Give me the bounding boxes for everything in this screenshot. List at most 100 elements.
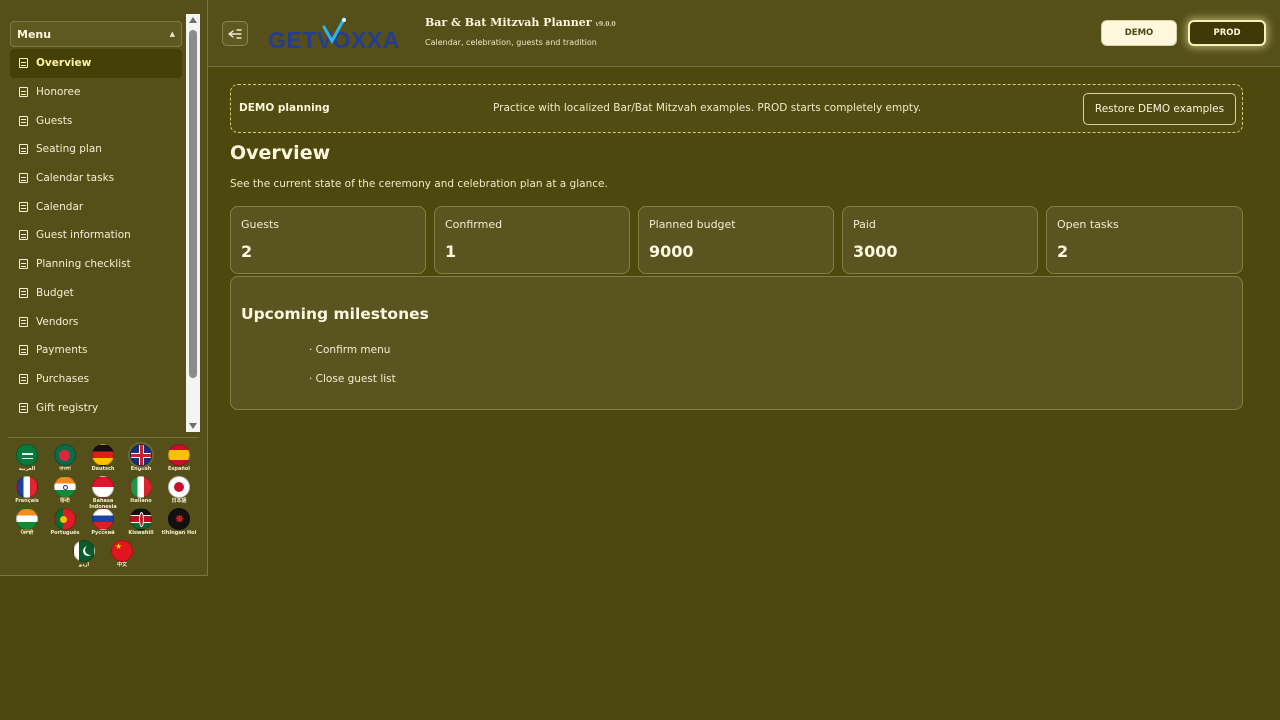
language-label: हिन्दी [60,498,70,504]
menu-panel: Menu ▲ Overview Honoree Guests Seating p… [8,14,200,432]
document-icon [19,230,28,241]
language-label: Deutsch [91,466,115,472]
document-icon [19,316,28,327]
menu-item-label: Calendar tasks [36,172,115,185]
menu-item-label: Overview [36,57,92,70]
document-icon [19,173,28,184]
stat-card-planned-budget: Planned budget 9000 [638,206,834,274]
language-option-italian[interactable]: Italiano [122,476,160,505]
language-option-german[interactable]: Deutsch [84,444,122,473]
document-icon [19,259,28,270]
language-option-russian[interactable]: Русский [84,508,122,537]
menu-item-honoree[interactable]: Honoree [10,78,182,107]
menu-item-calendar[interactable]: Calendar [10,192,182,221]
language-option-spanish[interactable]: Español [160,444,198,473]
language-label: Italiano [130,498,152,504]
stat-card-paid: Paid 3000 [842,206,1038,274]
ru-flag-icon [92,508,114,530]
klingon-flag-icon: ✸ [168,508,190,530]
menu-title: Menu [17,27,52,41]
id-flag-icon [92,476,114,498]
menu-item-label: Planning checklist [36,258,131,271]
document-icon [19,287,28,298]
language-option-klingon[interactable]: ✸ tlhIngan Hol [160,508,198,537]
pt-flag-icon [54,508,76,530]
menu-item-overview[interactable]: Overview [10,49,182,78]
menu-item-seating-plan[interactable]: Seating plan [10,135,182,164]
divider [8,437,199,438]
language-option-french[interactable]: Français [8,476,46,505]
language-label: tlhIngan Hol [161,530,197,536]
menu-item-calendar-tasks[interactable]: Calendar tasks [10,164,182,193]
stat-card-open-tasks: Open tasks 2 [1046,206,1243,274]
menu-item-vendors[interactable]: Vendors [10,307,182,336]
scroll-down-arrow-icon[interactable] [189,423,197,429]
document-icon [19,373,28,384]
scroll-up-arrow-icon[interactable] [189,17,197,23]
language-option-portuguese[interactable]: Português [46,508,84,537]
menu-item-purchases[interactable]: Purchases [10,365,182,394]
language-option-punjabi[interactable]: ਪੰਜਾਬੀ [8,508,46,537]
prod-button[interactable]: PROD [1188,20,1266,46]
logo-graphic: GETVOXXA [268,17,399,53]
app-subtitle: Calendar, celebration, guests and tradit… [425,38,597,47]
milestone-item: · Confirm menu [309,344,391,356]
stat-label: Planned budget [649,218,736,231]
language-option-hindi[interactable]: हिन्दी [46,476,84,505]
bd-flag-icon [54,444,76,466]
document-icon [19,402,28,413]
getvoxxa-logo[interactable]: GETVOXXA [268,17,410,53]
stat-label: Paid [853,218,876,231]
stat-value: 1 [445,242,457,261]
sidebar: Menu ▲ Overview Honoree Guests Seating p… [0,0,208,576]
scrollbar-thumb[interactable] [189,30,197,378]
restore-demo-button[interactable]: Restore DEMO examples [1083,93,1236,125]
menu-item-guest-information[interactable]: Guest information [10,221,182,250]
menu-item-label: Guest information [36,229,131,242]
banner-title: DEMO planning [239,102,330,114]
menu-scroll-area[interactable]: Menu ▲ Overview Honoree Guests Seating p… [8,14,184,432]
document-icon [19,87,28,98]
language-option-japanese[interactable]: 日本語 [160,476,198,505]
menu-scrollbar[interactable] [186,14,200,432]
cn-flag-icon: ★ [111,540,133,562]
in-flag-icon [54,476,76,498]
language-label: Русский [91,530,115,536]
language-option-indonesian[interactable]: Bahasa Indonesia [84,476,122,510]
collapse-caret-icon[interactable]: ▲ [170,30,175,38]
pk-flag-icon [73,540,95,562]
menu-item-gift-registry[interactable]: Gift registry [10,393,182,422]
language-option-swahili[interactable]: Kiswahili [122,508,160,537]
language-label: العربية [18,466,36,472]
app-title: Bar & Bat Mitzvah Planner v9.0.0 [425,16,616,29]
language-option-bangla[interactable]: বাংলা [46,444,84,473]
menu-item-payments[interactable]: Payments [10,336,182,365]
sidebar-toggle-button[interactable] [222,21,248,46]
menu-header[interactable]: Menu ▲ [10,21,182,47]
menu-item-budget[interactable]: Budget [10,279,182,308]
language-option-urdu[interactable]: اردو [65,540,103,569]
menu-item-label: Honoree [36,86,81,99]
fr-flag-icon [16,476,38,498]
menu-item-label: Seating plan [36,143,102,156]
menu-item-guests[interactable]: Guests [10,106,182,135]
language-label: English [130,466,152,472]
milestone-item: · Close guest list [309,373,396,385]
document-icon [19,144,28,155]
language-label: ਪੰਜਾਬੀ [20,530,34,536]
stat-label: Open tasks [1057,218,1119,231]
document-icon [19,201,28,212]
menu-item-label: Vendors [36,315,79,328]
stat-value: 3000 [853,242,898,261]
demo-button[interactable]: DEMO [1101,20,1177,46]
menu-item-planning-checklist[interactable]: Planning checklist [10,250,182,279]
language-option-english[interactable]: English [122,444,160,473]
menu-list: Overview Honoree Guests Seating plan Cal… [10,49,182,422]
language-option-chinese[interactable]: ★ 中文 [103,540,141,569]
app-version: v9.0.0 [595,21,616,28]
es-flag-icon [168,444,190,466]
document-icon [19,345,28,356]
de-flag-icon [92,444,114,466]
collapse-sidebar-icon [228,28,242,39]
language-option-arabic[interactable]: العربية [8,444,46,473]
